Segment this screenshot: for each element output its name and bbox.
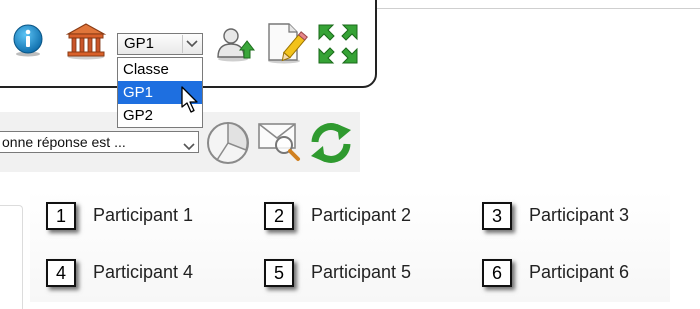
mouse-pointer-icon [181,86,198,113]
chevron-down-icon[interactable] [183,138,195,154]
group-option-classe[interactable]: Classe [118,58,202,81]
participant-number: 1 [46,202,76,230]
group-select[interactable]: GP1 [117,33,203,55]
fullscreen-icon[interactable] [317,23,359,65]
participant-name: Participant 3 [529,205,630,225]
participant-name: Participant 5 [311,262,412,282]
left-panel-edge [0,205,23,309]
group-select-value: GP1 [124,35,155,52]
participant-name: Participant 4 [93,262,194,282]
answer-select-value: onne réponse est ... [2,134,126,150]
participant-number: 2 [264,202,294,230]
participant-name: Participant 1 [93,205,194,225]
refresh-icon[interactable] [307,120,355,166]
chevron-down-icon[interactable] [182,35,201,53]
participant-name: Participant 2 [311,205,412,225]
user-upload-icon[interactable] [214,25,256,63]
participant-number: 4 [46,259,76,287]
edit-document-icon[interactable] [264,21,308,65]
participant-number: 3 [482,202,512,230]
answer-select[interactable]: onne réponse est ... [0,131,199,153]
mail-search-icon[interactable] [257,118,303,162]
pie-chart-icon[interactable] [205,120,251,166]
participant-name: Participant 6 [529,262,630,282]
participant-number: 6 [482,259,512,287]
top-divider [373,8,700,9]
institution-building-icon[interactable] [65,22,107,60]
participant-number: 5 [264,259,294,287]
info-icon[interactable] [12,23,44,57]
